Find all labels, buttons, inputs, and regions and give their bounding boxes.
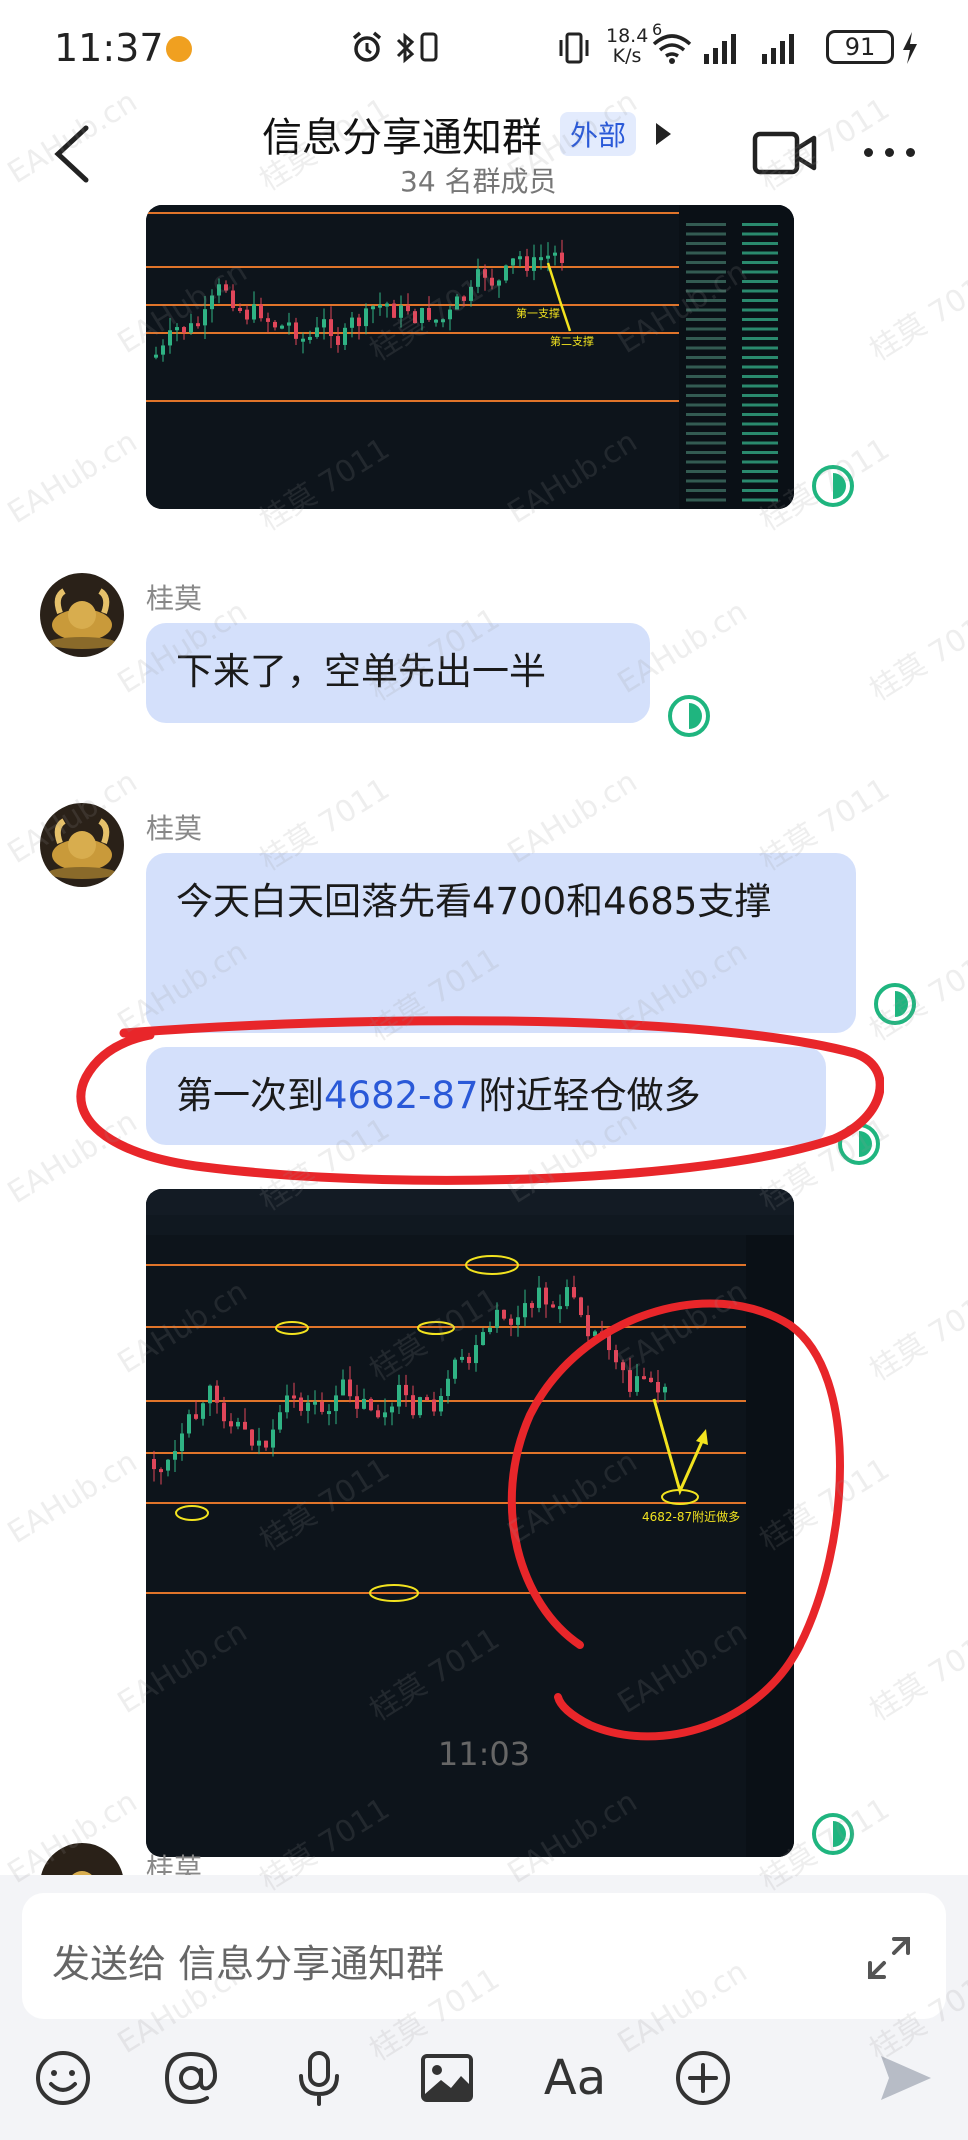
video-call-icon [752,131,817,175]
expand-icon [868,1937,910,1979]
message-bubble[interactable]: 第一次到4682-87附近轻仓做多 [146,1047,826,1145]
mention-button[interactable] [156,2043,226,2113]
composer-toolbar: Aa [0,2043,968,2125]
price-range-link[interactable]: 4682-87 [324,1074,479,1117]
avatar[interactable] [40,573,124,657]
alarm-icon [352,31,382,62]
read-status-icon [666,693,712,739]
avatar[interactable] [40,803,124,887]
mention-icon [164,2051,218,2105]
read-receipt-icon [838,1123,880,1165]
chart-label-second-support: 第二支撑 [550,334,594,348]
read-receipt-icon [874,983,916,1025]
send-icon [881,2056,931,2100]
message-input[interactable]: 发送给 信息分享通知群 [22,1893,946,2019]
sender-name: 桂莫 [146,1852,203,1875]
emoji-button[interactable] [28,2043,98,2113]
chat-header: 信息分享通知群 外部 34 名群成员 [0,100,968,205]
charging-icon [903,32,917,64]
message-text-after: 附近轻仓做多 [478,1074,701,1117]
battery-saver-icon [420,32,438,62]
bull-avatar-icon [40,803,124,887]
message-bubble[interactable]: 今天白天回落先看4700和4685支撑 [146,853,856,1033]
chart-image-message[interactable]: 第一支撑 第二支撑 [146,205,794,509]
battery-indicator: 91 [826,30,894,64]
message-text: 下来了，空单先出一半 [176,650,546,693]
candlestick-chart-image: 第一支撑 第二支撑 [146,205,794,509]
more-icon [864,148,873,157]
network-speed: 18.4 K/s [606,25,649,67]
bull-avatar-icon [40,573,124,657]
message-text: 今天白天回落先看4700和4685支撑 [176,880,772,923]
video-call-button[interactable] [752,128,818,178]
read-status-icon [810,1811,856,1857]
microphone-icon [299,2051,339,2106]
read-status-icon [836,1121,882,1167]
send-button[interactable] [870,2043,940,2113]
message-bubble[interactable]: 下来了，空单先出一半 [146,623,650,723]
caret-right-icon [656,123,672,145]
font-format-button[interactable]: Aa [540,2043,610,2113]
voice-button[interactable] [284,2043,354,2113]
read-receipt-icon [812,465,854,507]
read-receipt-icon [812,1813,854,1855]
avatar[interactable] [40,1843,124,1875]
read-receipt-icon [668,695,710,737]
status-time: 11:37 [54,26,164,70]
read-status-icon [872,981,918,1027]
more-button[interactable] [862,146,918,160]
emoji-icon [36,2051,90,2105]
image-icon [421,2054,473,2102]
input-placeholder: 发送给 信息分享通知群 [52,1942,445,1986]
back-icon [54,125,89,183]
image-button[interactable] [412,2043,482,2113]
bull-avatar-icon [40,1843,124,1875]
group-title[interactable]: 信息分享通知群 外部 [262,108,672,161]
expand-button[interactable] [864,1933,914,1983]
signal-icon-1 [704,34,736,64]
wifi-badge: 6 [652,20,663,39]
message-text-before: 第一次到 [176,1074,324,1117]
bluetooth-icon [396,32,415,64]
group-name: 信息分享通知群 [262,115,542,161]
member-count[interactable]: 34 名群成员 [400,160,557,200]
plus-icon [676,2051,730,2105]
status-bar: 11:37 18.4 K/s 6 91 [0,0,968,100]
vibrate-icon [559,32,589,64]
message-timestamp: 11:03 [437,1735,531,1773]
chart-label-first-support: 第一支撑 [516,306,560,320]
app-notification-icon [166,36,192,62]
back-button[interactable] [48,122,98,186]
signal-icon-2 [762,34,794,64]
chart-label-long-entry: 4682-87附近做多 [642,1509,740,1524]
font-icon: Aa [543,2050,607,2106]
read-status-icon [810,463,856,509]
sender-name: 桂莫 [146,812,203,845]
external-tag: 外部 [560,112,637,156]
message-list[interactable]: 第一支撑 第二支撑 桂莫 下来了，空单先出一半 桂莫 今天白天回落先看4700和… [0,205,968,1875]
status-icons: 18.4 K/s 6 91 [350,20,920,72]
composer: 发送给 信息分享通知群 Aa [0,1875,968,2140]
more-actions-button[interactable] [668,2043,738,2113]
sender-name: 桂莫 [146,582,203,615]
